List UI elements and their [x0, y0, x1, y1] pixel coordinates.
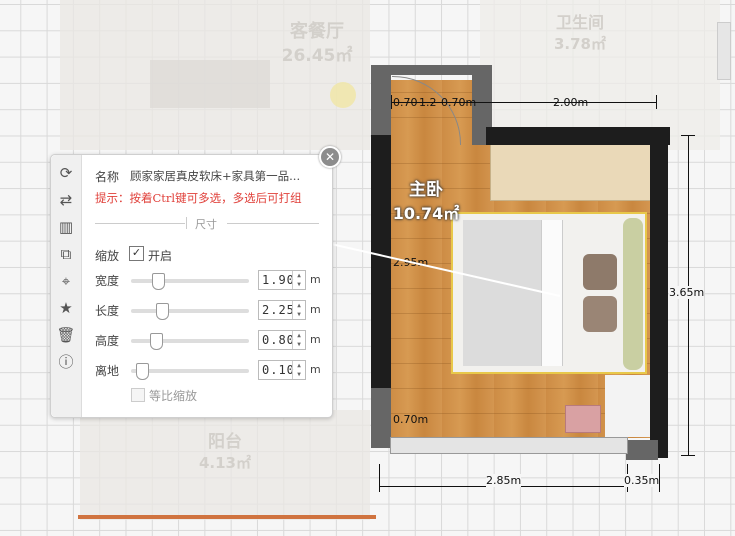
height-input[interactable] — [259, 331, 294, 349]
elevation-label: 离地 — [95, 364, 120, 378]
elevation-up-icon[interactable]: ▲ — [293, 361, 305, 370]
align-icon[interactable]: ▥ — [56, 217, 76, 237]
height-field[interactable]: ▲▼ — [258, 330, 306, 350]
scale-label: 缩放 — [95, 249, 120, 263]
elevation-slider[interactable] — [131, 363, 249, 380]
proportional-label: 等比缩放 — [149, 389, 198, 403]
swap-icon[interactable]: ⇄ — [56, 190, 76, 210]
proportional-checkbox[interactable] — [131, 388, 145, 402]
length-slider-thumb[interactable] — [155, 303, 169, 320]
width-slider[interactable] — [131, 273, 249, 290]
width-label: 宽度 — [95, 274, 120, 288]
width-up-icon[interactable]: ▲ — [293, 271, 305, 280]
section-divider-left — [95, 223, 185, 224]
name-value: 顾家家居真皮软床+家具第一品... — [130, 169, 301, 183]
length-slider[interactable] — [131, 303, 249, 320]
position-icon[interactable]: ⌖ — [56, 271, 76, 291]
scale-toggle-label: 开启 — [148, 249, 173, 263]
top-right-icon[interactable] — [717, 22, 731, 80]
elevation-down-icon[interactable]: ▼ — [293, 370, 305, 379]
length-label: 长度 — [95, 304, 120, 318]
length-input[interactable] — [259, 301, 294, 319]
width-input[interactable] — [259, 271, 294, 289]
scale-checkbox[interactable]: ✓ — [129, 246, 144, 261]
elevation-slider-thumb[interactable] — [136, 363, 150, 380]
panel-toolbar: ⟳ ⇄ ▥ ⧉ ⌖ ★ 🗑 ⓘ — [51, 155, 82, 417]
width-unit: m — [310, 273, 321, 286]
length-down-icon[interactable]: ▼ — [293, 310, 305, 319]
elevation-unit: m — [310, 363, 321, 376]
width-field[interactable]: ▲▼ — [258, 270, 306, 290]
multiselect-hint: 提示：按着Ctrl键可多选，多选后可打组 — [95, 191, 302, 205]
section-tick — [186, 217, 187, 229]
section-divider-right — [227, 223, 319, 224]
rotate-icon[interactable]: ⟳ — [56, 163, 76, 183]
width-slider-thumb[interactable] — [152, 273, 166, 290]
height-up-icon[interactable]: ▲ — [293, 331, 305, 340]
length-up-icon[interactable]: ▲ — [293, 301, 305, 310]
width-down-icon[interactable]: ▼ — [293, 280, 305, 289]
name-label: 名称 — [95, 170, 120, 184]
height-slider-thumb[interactable] — [150, 333, 164, 350]
height-unit: m — [310, 333, 321, 346]
elevation-field[interactable]: ▲▼ — [258, 360, 306, 380]
favorite-icon[interactable]: ★ — [56, 298, 76, 318]
height-label: 高度 — [95, 334, 120, 348]
properties-panel: ⟳ ⇄ ▥ ⧉ ⌖ ★ 🗑 ⓘ 名称 顾家家居真皮软床+家具第一品... 提示：… — [50, 154, 333, 418]
horizontal-scrollbar[interactable] — [78, 515, 376, 519]
elevation-input[interactable] — [259, 361, 294, 379]
height-slider[interactable] — [131, 333, 249, 350]
length-field[interactable]: ▲▼ — [258, 300, 306, 320]
size-section-title: 尺寸 — [195, 218, 217, 231]
copy-icon[interactable]: ⧉ — [56, 244, 76, 264]
length-unit: m — [310, 303, 321, 316]
delete-icon[interactable]: 🗑 — [56, 325, 76, 345]
close-icon[interactable]: ✕ — [319, 146, 341, 168]
height-down-icon[interactable]: ▼ — [293, 340, 305, 349]
info-icon[interactable]: ⓘ — [56, 352, 76, 372]
